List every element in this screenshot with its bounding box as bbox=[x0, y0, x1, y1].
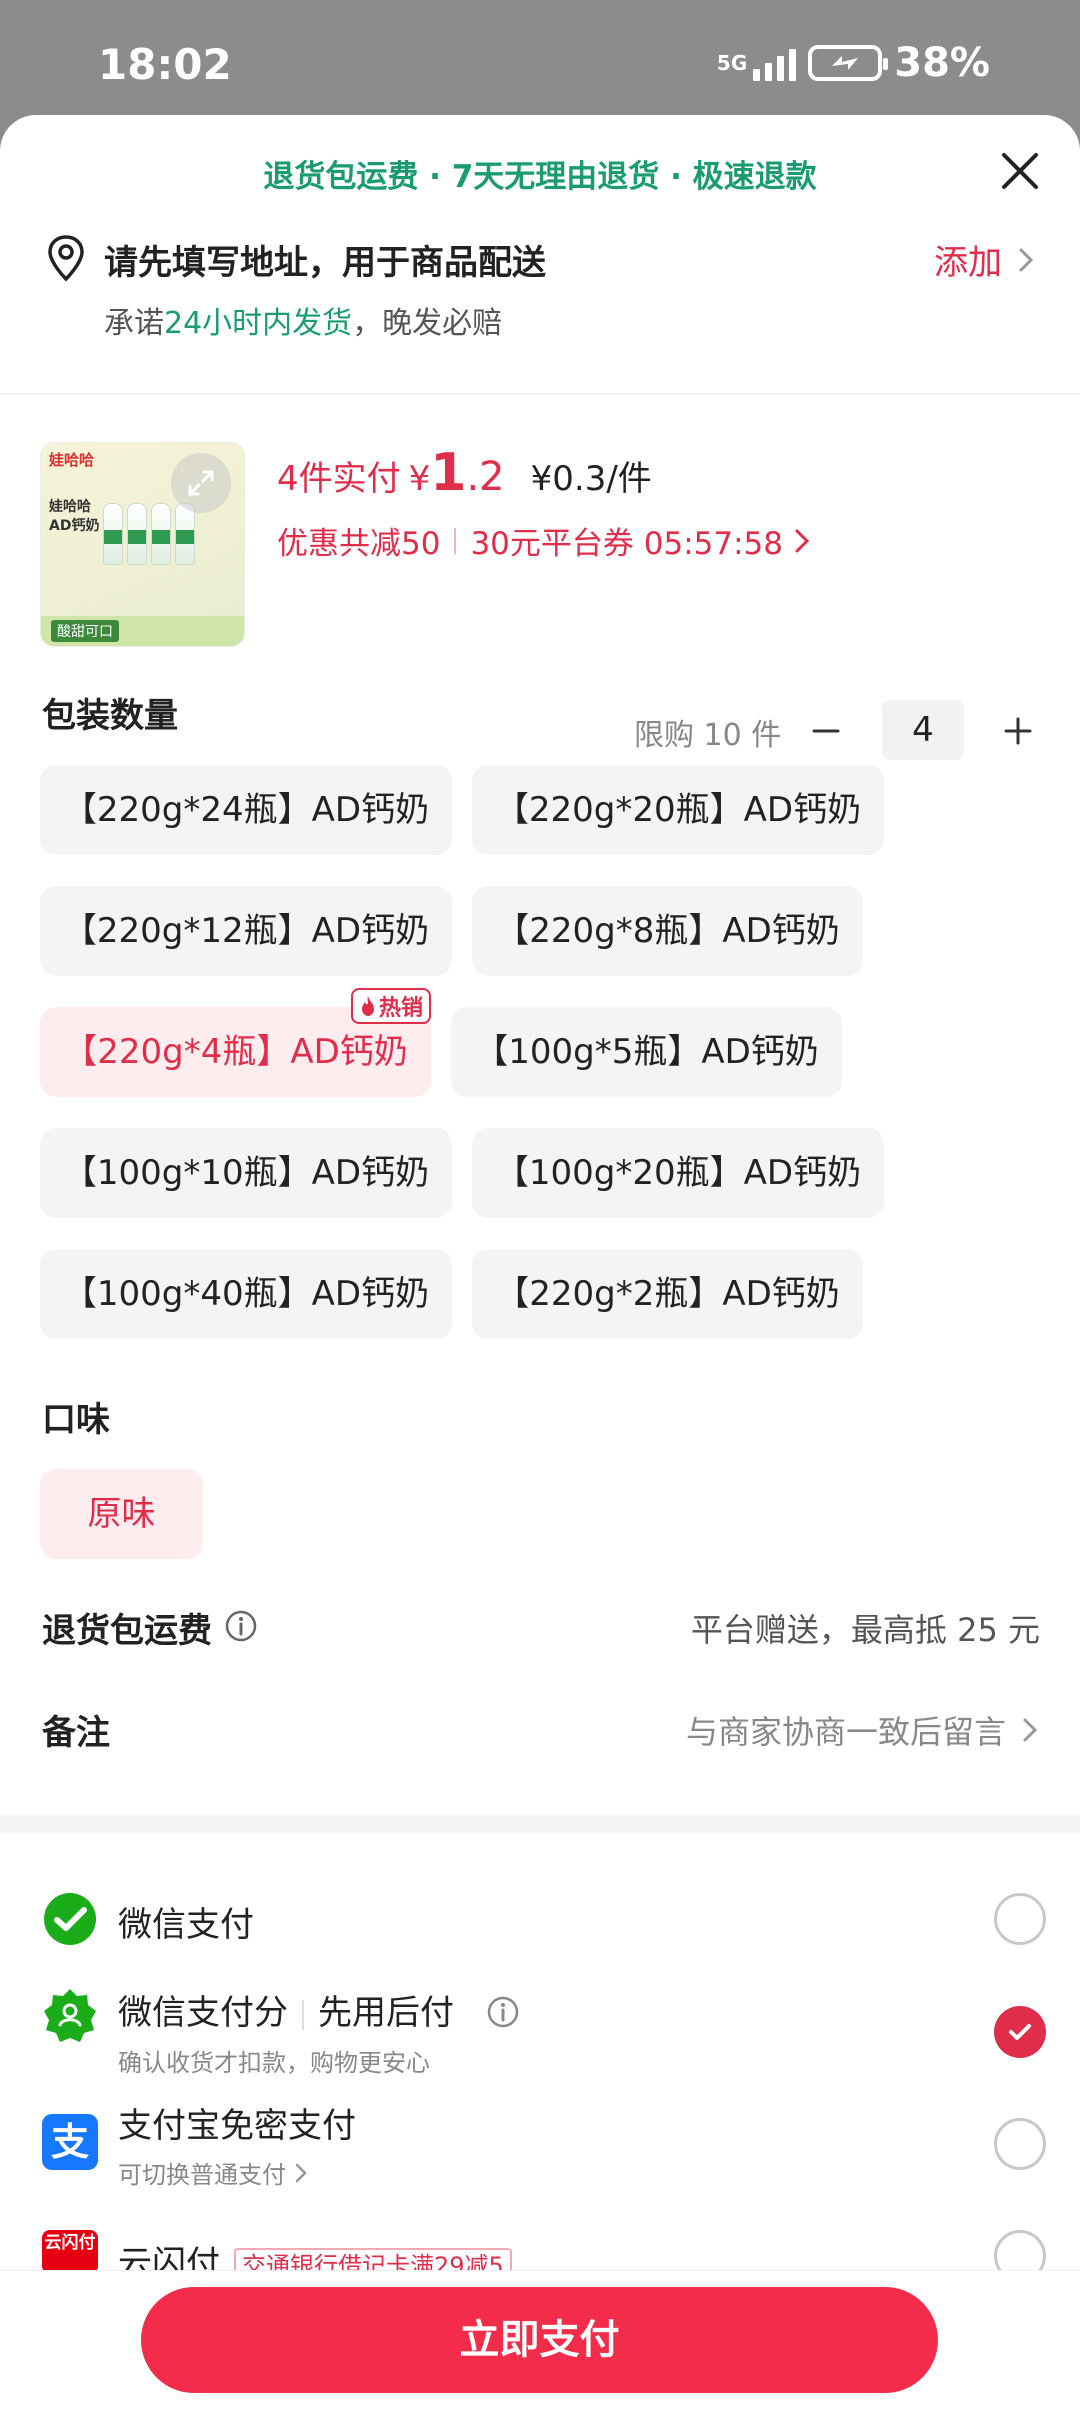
promo-line[interactable]: 优惠共减50 30元平台券 05:57:58 bbox=[277, 518, 811, 563]
product-thumbnail[interactable]: 娃哈哈 娃哈哈 AD钙奶 酸甜可口 bbox=[40, 442, 245, 647]
alipay-icon: 支 bbox=[42, 2114, 98, 2170]
pay-later-label: 先用后付 bbox=[318, 1993, 454, 2033]
address-prompt[interactable]: 请先填写地址，用于商品配送 bbox=[104, 235, 546, 284]
discount-total: 优惠共减50 bbox=[277, 526, 441, 562]
package-option[interactable]: 【100g*40瓶】AD钙奶 bbox=[40, 1249, 452, 1339]
checkout-sheet: 退货包运费 · 7天无理由退货 · 极速退款 请先填写地址，用于商品配送 承诺2… bbox=[0, 115, 1080, 2412]
signal-icon bbox=[753, 45, 797, 81]
flame-icon bbox=[361, 996, 374, 1016]
promise-highlight: 24小时内发货 bbox=[164, 306, 353, 341]
info-icon[interactable] bbox=[486, 1995, 520, 2029]
network-type: 5G bbox=[716, 51, 748, 75]
thumb-tag: 酸甜可口 bbox=[51, 620, 119, 642]
coupon-countdown: 30元平台券 05:57:58 bbox=[470, 526, 783, 562]
remark-field[interactable]: 与商家协商一致后留言 bbox=[686, 1707, 1040, 1753]
price-decimal: .2 bbox=[466, 454, 505, 500]
return-shipping-label: 退货包运费 bbox=[42, 1611, 212, 1651]
wechat-pay-label[interactable]: 微信支付 bbox=[118, 1897, 254, 1946]
alipay-switch-link[interactable]: 可切换普通支付 bbox=[118, 2155, 308, 2190]
return-shipping-value: 平台赠送，最高抵 25 元 bbox=[690, 1611, 1040, 1649]
flavor-section-title: 口味 bbox=[42, 1400, 110, 1440]
pay-now-button[interactable]: 立即支付 bbox=[141, 2287, 938, 2393]
chevron-right-icon bbox=[1023, 1718, 1038, 1742]
service-banner: 退货包运费 · 7天无理由退货 · 极速退款 bbox=[263, 159, 817, 195]
purchase-limit: 限购 10 件 bbox=[634, 718, 782, 753]
package-section-title: 包装数量 bbox=[42, 696, 178, 736]
package-option[interactable]: 【220g*20瓶】AD钙奶 bbox=[472, 765, 884, 855]
battery-charging-icon bbox=[808, 45, 889, 81]
add-address-button[interactable]: 添加 bbox=[934, 235, 1036, 284]
package-option[interactable]: 【100g*5瓶】AD钙奶 bbox=[451, 1007, 842, 1097]
hot-sale-badge: 热销 bbox=[351, 988, 431, 1024]
wechat-pay-radio[interactable] bbox=[994, 1893, 1046, 1945]
total-label: 4件实付 bbox=[277, 459, 401, 499]
total-price: ¥1.2 bbox=[409, 443, 505, 503]
divider bbox=[0, 393, 1080, 395]
package-option[interactable]: 【100g*20瓶】AD钙奶 bbox=[472, 1128, 884, 1218]
package-option[interactable]: 【220g*8瓶】AD钙奶 bbox=[472, 886, 863, 976]
status-indicators: 5G 38% bbox=[717, 40, 990, 86]
package-option[interactable]: 【100g*10瓶】AD钙奶 bbox=[40, 1128, 452, 1218]
package-option[interactable]: 【220g*12瓶】AD钙奶 bbox=[40, 886, 452, 976]
battery-level: 38% bbox=[894, 40, 990, 86]
quantity-increase-button[interactable] bbox=[998, 701, 1038, 761]
hot-sale-label: 热销 bbox=[378, 996, 423, 1021]
expand-image-icon[interactable] bbox=[171, 453, 231, 513]
add-address-label: 添加 bbox=[934, 243, 1002, 283]
promise-prefix: 承诺 bbox=[104, 306, 164, 341]
chevron-right-icon bbox=[1019, 248, 1034, 271]
pay-score-description: 确认收货才扣款，购物更安心 bbox=[118, 2049, 430, 2077]
price-integer: 1 bbox=[430, 443, 467, 503]
alipay-radio[interactable] bbox=[994, 2118, 1046, 2170]
status-bar: 18:02 5G 38% bbox=[0, 0, 1080, 130]
divider bbox=[454, 527, 457, 554]
remark-placeholder: 与商家协商一致后留言 bbox=[685, 1713, 1006, 1751]
quantity-input[interactable]: 4 bbox=[882, 700, 964, 760]
wechat-pay-icon bbox=[44, 1893, 96, 1945]
thumb-brand: 娃哈哈 bbox=[49, 451, 95, 469]
status-time: 18:02 bbox=[98, 40, 232, 89]
promise-suffix: ，晚发必赔 bbox=[352, 306, 503, 341]
quantity-decrease-button[interactable] bbox=[806, 701, 846, 761]
section-divider bbox=[0, 1815, 1080, 1833]
info-icon[interactable] bbox=[224, 1609, 258, 1643]
check-icon bbox=[1009, 2024, 1031, 2040]
thumb-product-name: 娃哈哈 AD钙奶 bbox=[49, 499, 100, 534]
package-option[interactable]: 【220g*2瓶】AD钙奶 bbox=[472, 1249, 863, 1339]
thumb-footer: 酸甜可口 bbox=[41, 616, 244, 646]
unionpay-icon: 云闪付 bbox=[42, 2230, 98, 2274]
location-pin-icon bbox=[48, 235, 84, 282]
shipping-promise: 承诺24小时内发货，晚发必赔 bbox=[104, 298, 502, 342]
remark-label: 备注 bbox=[42, 1713, 110, 1753]
close-icon[interactable] bbox=[996, 147, 1044, 195]
price-line: 4件实付 ¥1.2 ¥0.3/件 bbox=[277, 443, 652, 503]
wechat-pay-score-icon bbox=[44, 1989, 96, 2042]
alipay-label[interactable]: 支付宝免密支付 bbox=[118, 2098, 356, 2147]
wechat-pay-score-label[interactable]: 微信支付分 先用后付 bbox=[118, 1985, 454, 2034]
wechat-pay-score-radio-checked[interactable] bbox=[994, 2006, 1046, 2058]
currency-symbol: ¥ bbox=[408, 459, 431, 499]
package-option[interactable]: 【220g*24瓶】AD钙奶 bbox=[40, 765, 452, 855]
chevron-right-icon bbox=[295, 2163, 307, 2182]
flavor-option-selected[interactable]: 原味 bbox=[40, 1469, 203, 1559]
alipay-switch-label: 可切换普通支付 bbox=[118, 2161, 286, 2189]
divider bbox=[302, 1999, 304, 2030]
pay-score-name: 微信支付分 bbox=[118, 1993, 288, 2033]
chevron-right-icon bbox=[795, 529, 810, 552]
unit-price: ¥0.3/件 bbox=[530, 459, 652, 499]
